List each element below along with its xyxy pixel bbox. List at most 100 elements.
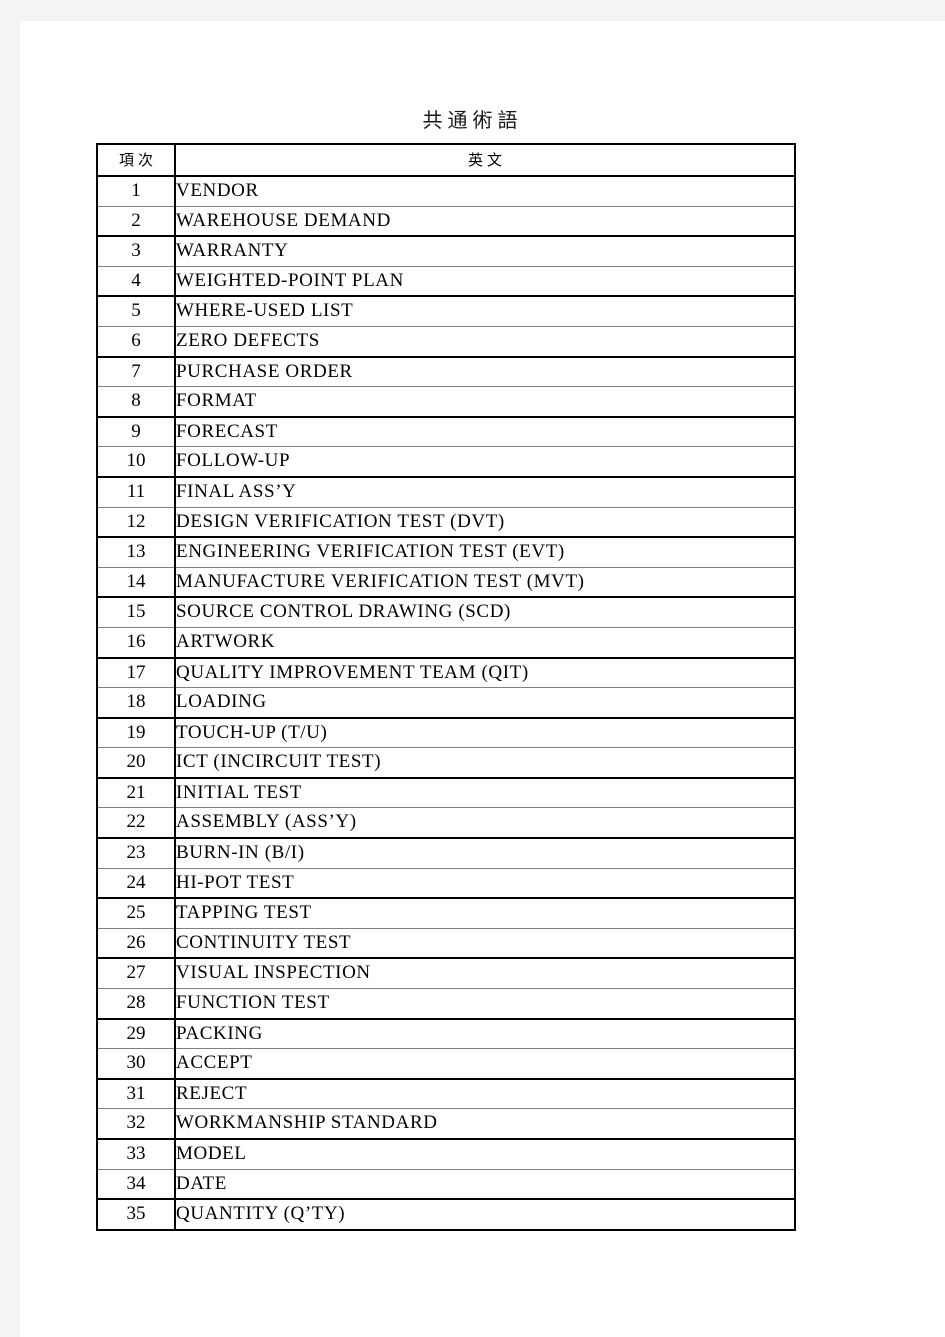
table-row: 6 ZERO DEFECTS — [96, 325, 796, 358]
cell-item-number: 32 — [96, 1108, 176, 1141]
cell-english-term: QUALITY IMPROVEMENT TEAM (QIT) — [174, 656, 796, 689]
cell-item-number: 18 — [96, 687, 176, 719]
cell-item-number: 14 — [96, 566, 176, 599]
cell-item-number: 13 — [96, 536, 176, 568]
cell-english-term: WORKMANSHIP STANDARD — [174, 1108, 796, 1141]
cell-english-term: TAPPING TEST — [174, 897, 796, 929]
page-gutter-top — [0, 0, 945, 21]
table-row: 33 MODEL — [96, 1138, 796, 1170]
cell-item-number: 9 — [96, 416, 176, 448]
table-row: 32 WORKMANSHIP STANDARD — [96, 1108, 796, 1141]
cell-english-term: SOURCE CONTROL DRAWING (SCD) — [174, 596, 796, 628]
cell-english-term: ASSEMBLY (ASS’Y) — [174, 807, 796, 840]
document-sheet: 共通術語 項次 英文 1 VENDOR 2 WAREHOUSE DEMAND 3 WARR… — [20, 21, 945, 1337]
cell-item-number: 34 — [96, 1168, 176, 1201]
cell-item-number: 8 — [96, 386, 176, 418]
cell-english-term: WAREHOUSE DEMAND — [174, 205, 796, 238]
page-canvas: 共通術語 項次 英文 1 VENDOR 2 WAREHOUSE DEMAND 3 WARR… — [0, 0, 945, 1337]
table-row: 30 ACCEPT — [96, 1048, 796, 1080]
table-row: 12 DESIGN VERIFICATION TEST (DVT) — [96, 506, 796, 539]
cell-item-number: 7 — [96, 356, 176, 388]
cell-english-term: PACKING — [174, 1018, 796, 1050]
cell-item-number: 1 — [96, 175, 176, 207]
cell-english-term: FORMAT — [174, 386, 796, 418]
cell-item-number: 3 — [96, 235, 176, 267]
table-row: 27 VISUAL INSPECTION — [96, 957, 796, 990]
table-row: 9 FORECAST — [96, 416, 796, 448]
cell-item-number: 21 — [96, 777, 176, 809]
cell-item-number: 4 — [96, 265, 176, 298]
table-row: 15 SOURCE CONTROL DRAWING (SCD) — [96, 596, 796, 628]
cell-english-term: REJECT — [174, 1078, 796, 1110]
table-row: 11 FINAL ASS’Y — [96, 476, 796, 508]
cell-english-term: QUANTITY (Q’TY) — [174, 1198, 796, 1231]
table-row: 5 WHERE-USED LIST — [96, 295, 796, 327]
cell-english-term: LOADING — [174, 687, 796, 719]
cell-item-number: 5 — [96, 295, 176, 327]
table-row: 22 ASSEMBLY (ASS’Y) — [96, 807, 796, 840]
cell-item-number: 15 — [96, 596, 176, 628]
cell-item-number: 16 — [96, 626, 176, 659]
table-row: 20 ICT (INCIRCUIT TEST) — [96, 747, 796, 779]
cell-item-number: 17 — [96, 656, 176, 689]
cell-english-term: MODEL — [174, 1138, 796, 1170]
cell-english-term: WHERE-USED LIST — [174, 295, 796, 327]
table-row: 35 QUANTITY (Q’TY) — [96, 1198, 796, 1231]
cell-item-number: 35 — [96, 1198, 176, 1231]
table-body: 1 VENDOR 2 WAREHOUSE DEMAND 3 WARRANTY 4 WEIGHT… — [96, 175, 796, 1231]
column-header-english: 英文 — [174, 143, 796, 177]
cell-english-term: MANUFACTURE VERIFICATION TEST (MVT) — [174, 566, 796, 599]
cell-item-number: 24 — [96, 867, 176, 900]
table-row: 2 WAREHOUSE DEMAND — [96, 205, 796, 238]
cell-english-term: ICT (INCIRCUIT TEST) — [174, 747, 796, 779]
table-row: 13 ENGINEERING VERIFICATION TEST (EVT) — [96, 536, 796, 568]
table-row: 1 VENDOR — [96, 175, 796, 207]
cell-english-term: TOUCH-UP (T/U) — [174, 717, 796, 749]
cell-english-term: DESIGN VERIFICATION TEST (DVT) — [174, 506, 796, 539]
cell-item-number: 33 — [96, 1138, 176, 1170]
table-row: 21 INITIAL TEST — [96, 777, 796, 809]
table-row: 28 FUNCTION TEST — [96, 988, 796, 1020]
cell-item-number: 23 — [96, 837, 176, 869]
glossary-table: 項次 英文 1 VENDOR 2 WAREHOUSE DEMAND 3 WARRANTY 4… — [96, 143, 796, 1231]
table-header: 項次 英文 — [96, 143, 796, 177]
table-row: 3 WARRANTY — [96, 235, 796, 267]
cell-item-number: 6 — [96, 325, 176, 358]
cell-english-term: ZERO DEFECTS — [174, 325, 796, 358]
table-row: 7 PURCHASE ORDER — [96, 356, 796, 388]
cell-item-number: 20 — [96, 747, 176, 779]
table-row: 24 HI-POT TEST — [96, 867, 796, 900]
column-header-item-number: 項次 — [96, 143, 176, 177]
cell-english-term: VISUAL INSPECTION — [174, 957, 796, 990]
table-row: 16 ARTWORK — [96, 626, 796, 659]
cell-item-number: 19 — [96, 717, 176, 749]
cell-english-term: VENDOR — [174, 175, 796, 207]
cell-item-number: 25 — [96, 897, 176, 929]
cell-english-term: FINAL ASS’Y — [174, 476, 796, 508]
cell-english-term: WARRANTY — [174, 235, 796, 267]
cell-english-term: CONTINUITY TEST — [174, 927, 796, 960]
cell-item-number: 30 — [96, 1048, 176, 1080]
table-row: 8 FORMAT — [96, 386, 796, 418]
cell-english-term: DATE — [174, 1168, 796, 1201]
cell-english-term: INITIAL TEST — [174, 777, 796, 809]
cell-item-number: 27 — [96, 957, 176, 990]
table-row: 10 FOLLOW-UP — [96, 446, 796, 478]
cell-item-number: 26 — [96, 927, 176, 960]
table-row: 23 BURN-IN (B/I) — [96, 837, 796, 869]
table-row: 4 WEIGHTED-POINT PLAN — [96, 265, 796, 298]
cell-english-term: WEIGHTED-POINT PLAN — [174, 265, 796, 298]
cell-english-term: FORECAST — [174, 416, 796, 448]
table-header-row: 項次 英文 — [96, 143, 796, 177]
table-row: 17 QUALITY IMPROVEMENT TEAM (QIT) — [96, 656, 796, 689]
page-title: 共通術語 — [422, 108, 523, 132]
cell-english-term: BURN-IN (B/I) — [174, 837, 796, 869]
cell-item-number: 22 — [96, 807, 176, 840]
cell-english-term: PURCHASE ORDER — [174, 356, 796, 388]
cell-english-term: HI-POT TEST — [174, 867, 796, 900]
table-row: 31 REJECT — [96, 1078, 796, 1110]
cell-english-term: FUNCTION TEST — [174, 988, 796, 1020]
cell-item-number: 28 — [96, 988, 176, 1020]
table-row: 34 DATE — [96, 1168, 796, 1201]
cell-english-term: FOLLOW-UP — [174, 446, 796, 478]
